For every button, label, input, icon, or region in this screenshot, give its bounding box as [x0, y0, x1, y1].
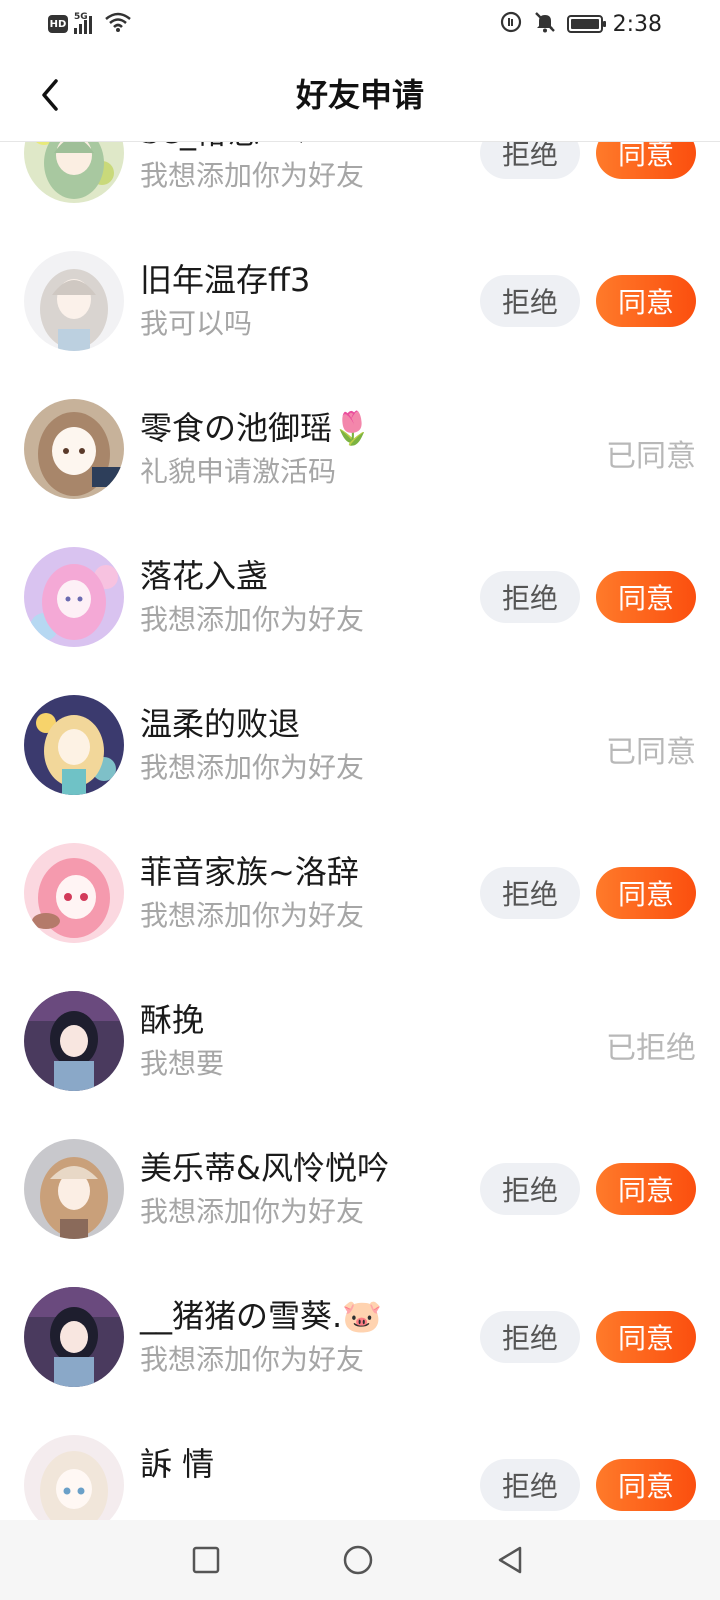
- reject-button[interactable]: 拒绝: [480, 1311, 580, 1363]
- status-bar: HD 5G 2:38: [0, 0, 720, 48]
- request-message: 礼貌申请激活码: [140, 455, 337, 488]
- reject-button[interactable]: 拒绝: [480, 1459, 580, 1511]
- friend-request-list[interactable]: 𝕊𝕖_椿恋^♡ 我想添加你为好友 拒绝 同意 旧年温存ff3 我可以吗 拒绝 同…: [0, 142, 720, 1520]
- accept-button[interactable]: 同意: [596, 867, 696, 919]
- hd-icon: HD: [48, 15, 68, 33]
- network-type: 5G: [74, 12, 88, 22]
- friend-request-row: 訴 情 拒绝 同意: [0, 1411, 720, 1520]
- recent-apps-icon: [192, 1546, 220, 1574]
- back-icon: [498, 1546, 522, 1574]
- friend-request-row: 菲音家族~洛辞 我想添加你为好友 拒绝 同意: [0, 819, 720, 967]
- avatar[interactable]: [24, 251, 124, 351]
- avatar[interactable]: [24, 1287, 124, 1387]
- friend-request-row: 美乐蒂&风怜悦吟 我想添加你为好友 拒绝 同意: [0, 1115, 720, 1263]
- request-message: 我想要: [140, 1047, 225, 1080]
- accept-button[interactable]: 同意: [596, 275, 696, 327]
- requester-name: 零食の池御瑶🌷: [140, 409, 372, 447]
- request-message: 我想添加你为好友: [140, 603, 365, 636]
- requester-name: 菲音家族~洛辞: [140, 853, 359, 891]
- status-accepted: 已同意: [606, 439, 696, 474]
- friend-request-row: 酥挽 我想要 已拒绝: [0, 967, 720, 1115]
- friend-request-row: 旧年温存ff3 我可以吗 拒绝 同意: [0, 227, 720, 375]
- accept-button[interactable]: 同意: [596, 142, 696, 179]
- avatar[interactable]: [24, 843, 124, 943]
- status-right: 2:38: [499, 10, 662, 38]
- requester-name: 温柔的败退: [140, 705, 301, 743]
- avatar[interactable]: [24, 142, 124, 203]
- wifi-icon: [104, 11, 132, 37]
- accept-button[interactable]: 同意: [596, 1163, 696, 1215]
- avatar[interactable]: [24, 399, 124, 499]
- recent-apps-button[interactable]: [186, 1540, 226, 1580]
- reject-button[interactable]: 拒绝: [480, 867, 580, 919]
- accept-button[interactable]: 同意: [596, 1311, 696, 1363]
- avatar[interactable]: [24, 1139, 124, 1239]
- home-icon: [343, 1545, 373, 1575]
- system-nav-bar: [0, 1520, 720, 1600]
- reject-button[interactable]: 拒绝: [480, 275, 580, 327]
- requester-name: 𝕊𝕖_椿恋^♡: [140, 142, 316, 153]
- friend-request-row: __猪猪の雪葵.🐷 我想添加你为好友 拒绝 同意: [0, 1263, 720, 1411]
- requester-name: 旧年温存ff3: [140, 261, 311, 299]
- clock: 2:38: [612, 11, 662, 37]
- requester-name: 美乐蒂&风怜悦吟: [140, 1149, 389, 1187]
- requester-name: 訴 情: [140, 1445, 215, 1483]
- data-saver-icon: [499, 10, 523, 38]
- friend-request-row: 零食の池御瑶🌷 礼貌申请激活码 已同意: [0, 375, 720, 523]
- accept-button[interactable]: 同意: [596, 571, 696, 623]
- avatar[interactable]: [24, 695, 124, 795]
- request-message: 我可以吗: [140, 307, 253, 340]
- reject-button[interactable]: 拒绝: [480, 142, 580, 179]
- status-accepted: 已同意: [606, 735, 696, 770]
- battery-icon: [566, 15, 606, 33]
- requester-name: 酥挽: [140, 1001, 205, 1039]
- avatar[interactable]: [24, 547, 124, 647]
- request-message: 我想添加你为好友: [140, 751, 365, 784]
- mute-icon: [533, 10, 557, 38]
- friend-request-row: 𝕊𝕖_椿恋^♡ 我想添加你为好友 拒绝 同意: [0, 142, 720, 227]
- request-message: 我想添加你为好友: [140, 1343, 365, 1376]
- reject-button[interactable]: 拒绝: [480, 571, 580, 623]
- friend-request-row: 温柔的败退 我想添加你为好友 已同意: [0, 671, 720, 819]
- accept-button[interactable]: 同意: [596, 1459, 696, 1511]
- status-rejected: 已拒绝: [606, 1031, 696, 1066]
- header: 好友申请: [0, 48, 720, 142]
- signal-icon: 5G: [74, 12, 98, 34]
- request-message: 我想添加你为好友: [140, 159, 365, 192]
- reject-button[interactable]: 拒绝: [480, 1163, 580, 1215]
- friend-request-row: 落花入盏 我想添加你为好友 拒绝 同意: [0, 523, 720, 671]
- requester-name: __猪猪の雪葵.🐷: [140, 1297, 383, 1335]
- status-left: HD 5G: [48, 12, 132, 36]
- requester-name: 落花入盏: [140, 557, 269, 595]
- request-message: 我想添加你为好友: [140, 899, 365, 932]
- request-message: 我想添加你为好友: [140, 1195, 365, 1228]
- avatar[interactable]: [24, 1435, 124, 1520]
- page-title: 好友申请: [295, 76, 424, 114]
- home-button[interactable]: [338, 1540, 378, 1580]
- back-nav-button[interactable]: [490, 1540, 530, 1580]
- avatar[interactable]: [24, 991, 124, 1091]
